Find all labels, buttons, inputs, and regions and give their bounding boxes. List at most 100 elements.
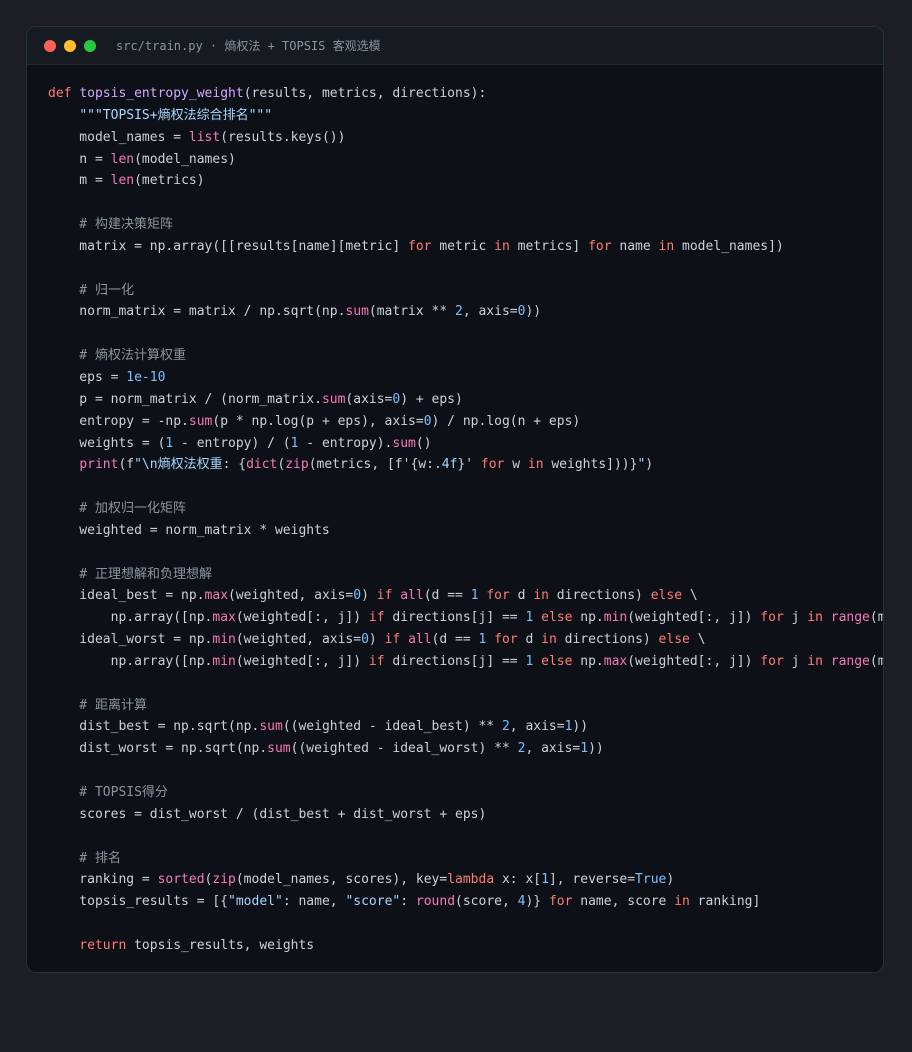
code-token: round bbox=[415, 894, 456, 910]
code-token: eps = bbox=[48, 369, 127, 385]
code-token: ((weighted - ideal_best) ** bbox=[282, 719, 502, 735]
code-token: \ bbox=[689, 632, 706, 648]
code-token: # 加权归一化矩阵 bbox=[48, 501, 186, 517]
code-token: (metrics) bbox=[134, 173, 205, 189]
code-token: 1 bbox=[470, 588, 479, 604]
code-token: (metrics, [f bbox=[308, 457, 403, 473]
code-line: # 构建决策矩阵 bbox=[48, 214, 883, 236]
code-line: norm_matrix = matrix / np.sqrt(np.sum(ma… bbox=[48, 301, 883, 323]
code-token: p = norm_matrix / (norm_matrix. bbox=[48, 391, 322, 407]
code-token: dist_best = np.sqrt(np. bbox=[48, 719, 260, 735]
code-token: in bbox=[527, 457, 544, 473]
code-token: ranking = bbox=[48, 872, 158, 888]
code-token: metrics] bbox=[509, 238, 589, 254]
code-token: sum bbox=[392, 435, 416, 451]
code-token: # 归一化 bbox=[48, 282, 134, 298]
minimize-window-button[interactable] bbox=[64, 39, 76, 52]
code-token: (weighted, axis= bbox=[228, 588, 354, 604]
code-token: weights]))} bbox=[543, 457, 638, 473]
code-token: ideal_best = np. bbox=[48, 588, 205, 604]
code-token: (f bbox=[118, 457, 135, 473]
code-token: directions[j] == bbox=[384, 610, 526, 626]
code-token: range bbox=[830, 610, 870, 626]
code-line: scores = dist_worst / (dist_best + dist_… bbox=[48, 804, 883, 826]
code-token: topsis_results = [{ bbox=[48, 894, 229, 910]
code-token: m = bbox=[48, 173, 111, 189]
code-token: )} bbox=[525, 894, 549, 910]
code-token: for bbox=[486, 588, 510, 604]
code-token: , axis= bbox=[462, 304, 518, 320]
code-token: min bbox=[603, 610, 628, 626]
code-token: n = bbox=[48, 151, 111, 167]
code-token: ideal_worst = np. bbox=[48, 632, 213, 648]
code-token: (model_names, scores), key= bbox=[235, 872, 448, 888]
code-token: () bbox=[415, 435, 432, 451]
code-line: p = norm_matrix / (norm_matrix.sum(axis=… bbox=[48, 389, 883, 411]
code-token: np. bbox=[572, 653, 604, 669]
window-title: src/train.py · 熵权法 + TOPSIS 客观选模 bbox=[116, 39, 381, 53]
code-token: \ bbox=[682, 588, 698, 604]
code-token: (m)]) bbox=[869, 610, 884, 626]
code-token: lambda bbox=[447, 872, 495, 888]
code-token: zip bbox=[212, 872, 236, 888]
code-token: # 熵权法计算权重 bbox=[48, 348, 186, 364]
code-line: model_names = list(results.keys()) bbox=[48, 127, 883, 149]
code-token: ) bbox=[361, 588, 377, 604]
code-window: src/train.py · 熵权法 + TOPSIS 客观选模 def top… bbox=[26, 26, 884, 973]
code-token: , axis= bbox=[509, 719, 565, 735]
code-line: m = len(metrics) bbox=[48, 170, 883, 192]
code-token: sum bbox=[188, 413, 213, 429]
code-token: if bbox=[368, 653, 385, 669]
code-line: entropy = -np.sum(p * np.log(p + eps), a… bbox=[48, 411, 883, 433]
code-token: def bbox=[48, 86, 80, 101]
code-editor[interactable]: def topsis_entropy_weight(results, metri… bbox=[48, 83, 884, 957]
code-token: (m)]) bbox=[869, 653, 884, 669]
code-token: else bbox=[658, 632, 690, 648]
code-token: (axis= bbox=[345, 391, 393, 407]
code-token: )) bbox=[525, 304, 542, 320]
code-token: in bbox=[494, 238, 510, 254]
code-token: sum bbox=[345, 304, 369, 320]
code-token: in bbox=[658, 238, 675, 254]
code-token: in bbox=[807, 653, 823, 669]
code-token: (results, metrics, directions): bbox=[243, 86, 487, 101]
code-token: metric bbox=[431, 238, 495, 254]
code-token: if bbox=[376, 588, 393, 604]
code-token: sum bbox=[321, 391, 346, 407]
code-token: for bbox=[408, 238, 432, 254]
code-token: sum bbox=[259, 719, 283, 735]
code-token: directions) bbox=[548, 588, 651, 604]
code-token: 1e-10 bbox=[126, 369, 166, 385]
maximize-window-button[interactable] bbox=[84, 39, 96, 52]
code-line: # 加权归一化矩阵 bbox=[48, 498, 883, 520]
code-token: weighted = norm_matrix * weights bbox=[48, 522, 330, 538]
code-line: dist_best = np.sqrt(np.sum((weighted - i… bbox=[48, 716, 883, 738]
code-token: 0 bbox=[423, 413, 432, 429]
code-token: if bbox=[384, 632, 401, 648]
code-line: # 熵权法计算权重 bbox=[48, 345, 883, 367]
code-token: ) bbox=[645, 457, 654, 473]
code-token: else bbox=[541, 653, 573, 669]
code-token: dict bbox=[246, 457, 278, 473]
code-token: in bbox=[674, 894, 690, 910]
code-token: min bbox=[212, 653, 236, 669]
code-line: # 正理想解和负理想解 bbox=[48, 564, 883, 586]
code-token: matrix = np.array([[results[name][metric… bbox=[48, 238, 409, 254]
code-token: else bbox=[541, 610, 573, 626]
close-window-button[interactable] bbox=[44, 39, 56, 52]
code-token: ((weighted - ideal_worst) ** bbox=[290, 741, 518, 757]
code-token: topsis_results, weights bbox=[126, 937, 315, 953]
title-bar: src/train.py · 熵权法 + TOPSIS 客观选模 bbox=[27, 27, 883, 65]
code-token: .4f bbox=[433, 457, 458, 473]
code-token: "model" bbox=[228, 894, 283, 910]
code-line: # 排名 bbox=[48, 848, 883, 870]
code-token: "score" bbox=[345, 894, 401, 910]
code-token: (d == bbox=[431, 632, 479, 648]
code-token: # 构建决策矩阵 bbox=[48, 217, 173, 233]
code-token: range bbox=[830, 653, 870, 669]
code-token: (weighted[:, j]) bbox=[627, 610, 761, 626]
code-token: sorted bbox=[157, 872, 205, 888]
